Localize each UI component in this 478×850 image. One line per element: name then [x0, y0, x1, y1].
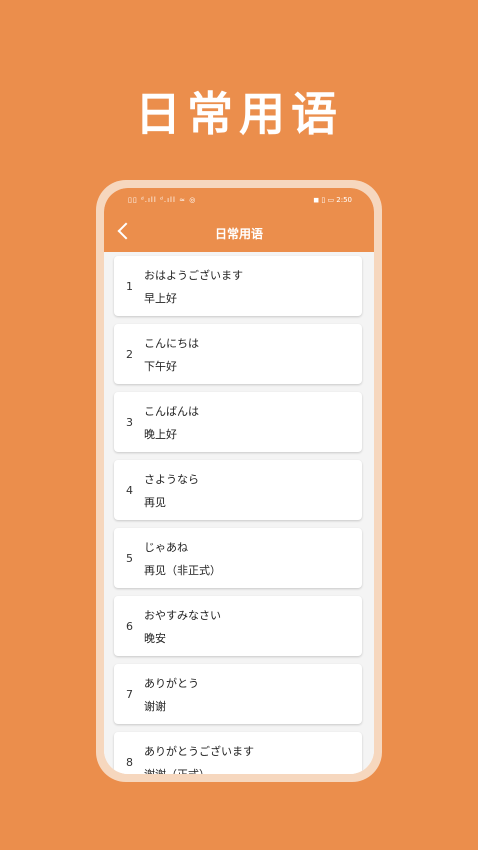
phrase-japanese: ありがとうございます: [144, 745, 254, 758]
promo-title: 日常用语: [135, 87, 343, 141]
phrase-chinese: 晚安: [144, 632, 166, 645]
phrase-card[interactable]: 8 ありがとうございます 谢谢（正式）: [114, 732, 362, 774]
phrase-japanese: こんばんは: [144, 405, 199, 418]
phone-mockup: ▯▯ ᵈ.ıll ᵈ.ıll ≈ ◎ ◼ ▯ ▭ 2:50 日常用语 1 おはよ…: [96, 180, 382, 782]
phrase-card[interactable]: 1 おはようございます 早上好: [114, 256, 362, 316]
phrase-chinese: 早上好: [144, 292, 177, 305]
phrase-japanese: じゃあね: [144, 541, 188, 554]
phrase-number: 3: [126, 416, 133, 429]
phrase-card[interactable]: 4 さようなら 再见: [114, 460, 362, 520]
nav-title: 日常用语: [214, 227, 263, 241]
phone-screen: ▯▯ ᵈ.ıll ᵈ.ıll ≈ ◎ ◼ ▯ ▭ 2:50 日常用语 1 おはよ…: [104, 188, 374, 774]
status-icons-left: ▯▯ ᵈ.ıll ᵈ.ıll ≈ ◎: [128, 196, 197, 204]
status-icons-right: ◼ ▯ ▭ 2:50: [313, 196, 352, 204]
phrase-japanese: こんにちは: [144, 337, 199, 350]
phrase-chinese: 晚上好: [144, 428, 177, 441]
phrase-number: 2: [126, 348, 133, 361]
phrase-chinese: 再见: [144, 496, 166, 509]
phrase-card[interactable]: 6 おやすみなさい 晚安: [114, 596, 362, 656]
phrase-card[interactable]: 7 ありがとう 谢谢: [114, 664, 362, 724]
nav-bar: 日常用语: [104, 214, 374, 252]
phrase-chinese: 再见（非正式）: [144, 564, 221, 577]
phrase-number: 4: [126, 484, 133, 497]
phrase-chinese: 谢谢: [144, 700, 166, 713]
phrase-chinese: 下午好: [144, 360, 177, 373]
phrase-number: 8: [126, 756, 133, 769]
phrase-number: 5: [126, 552, 133, 565]
phrase-number: 1: [126, 280, 133, 293]
phrase-card[interactable]: 5 じゃあね 再见（非正式）: [114, 528, 362, 588]
phrase-chinese: 谢谢（正式）: [144, 766, 210, 774]
phrase-japanese: ありがとう: [144, 677, 199, 690]
phrase-list[interactable]: 1 おはようございます 早上好 2 こんにちは 下午好 3 こんばんは 晚上好 …: [104, 252, 374, 774]
phrase-japanese: おやすみなさい: [144, 609, 221, 622]
phrase-number: 7: [126, 688, 133, 701]
phrase-card[interactable]: 3 こんばんは 晚上好: [114, 392, 362, 452]
phrase-japanese: さようなら: [144, 473, 199, 486]
phrase-number: 6: [126, 620, 133, 633]
phrase-japanese: おはようございます: [144, 269, 243, 282]
status-bar: ▯▯ ᵈ.ıll ᵈ.ıll ≈ ◎ ◼ ▯ ▭ 2:50: [104, 188, 374, 214]
phrase-card[interactable]: 2 こんにちは 下午好: [114, 324, 362, 384]
